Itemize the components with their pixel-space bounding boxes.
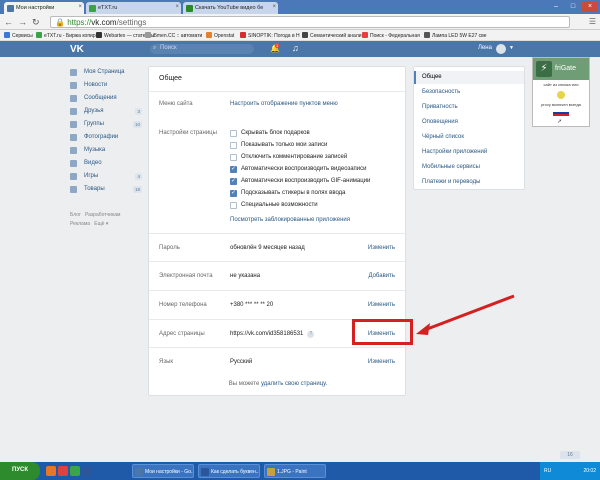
chat-counter[interactable]: 16: [560, 451, 580, 459]
taskbar-app-icon: [201, 468, 209, 476]
taskbar-item-label: 1.JPG - Paint: [277, 469, 307, 475]
firefox-icon[interactable]: [46, 466, 56, 476]
start-button[interactable]: ПУСК: [0, 462, 40, 480]
taskbar: ПУСК Мои настройки - Go... Как сделать бу…: [0, 462, 600, 480]
arrow-head: [416, 323, 430, 335]
taskbar-app-icon: [135, 468, 143, 476]
clock: 20:02: [583, 468, 596, 474]
system-tray: RU 20:02: [540, 462, 600, 480]
chrome-icon[interactable]: [70, 466, 80, 476]
language-indicator[interactable]: RU: [544, 468, 551, 474]
red-arrow-annotation: [416, 294, 515, 335]
arrow-shaft: [421, 294, 515, 333]
taskbar-item-label: Как сделать буквен...: [211, 469, 260, 475]
taskbar-app-icon: [267, 468, 275, 476]
taskbar-item[interactable]: 1.JPG - Paint: [264, 464, 326, 478]
taskbar-item[interactable]: Как сделать буквен...: [198, 464, 260, 478]
opera-icon[interactable]: [58, 466, 68, 476]
taskbar-item-label: Мои настройки - Go...: [145, 469, 194, 475]
taskbar-item[interactable]: Мои настройки - Go...: [132, 464, 194, 478]
word-icon[interactable]: [82, 466, 92, 476]
